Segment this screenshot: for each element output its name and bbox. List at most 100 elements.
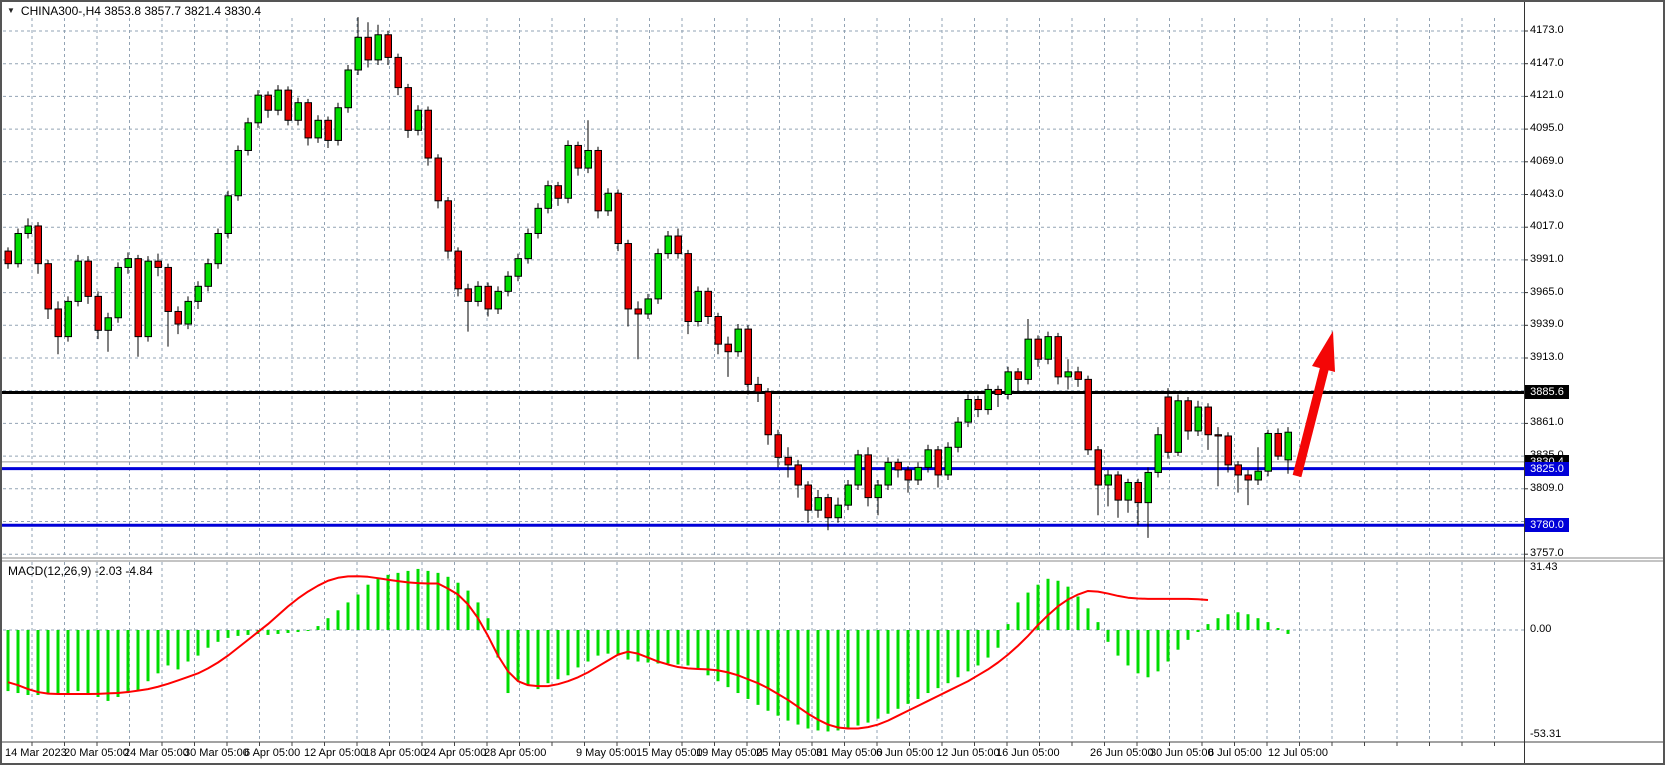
candle-up [915, 467, 922, 480]
macd-histogram-bar [987, 630, 990, 658]
candle-up [925, 450, 932, 468]
macd-histogram-bar [567, 630, 570, 675]
macd-histogram-bar [1227, 614, 1230, 630]
candle-up [1195, 407, 1202, 431]
macd-histogram-bar [1007, 624, 1010, 630]
macd-histogram-bar [657, 630, 660, 663]
macd-histogram-bar [207, 630, 210, 648]
macd-tick-label: 0.00 [1530, 623, 1551, 635]
candle-down [755, 384, 762, 392]
candle-down [5, 251, 12, 264]
candle-down [805, 485, 812, 510]
candle-down [465, 289, 472, 302]
candle-down [165, 267, 172, 311]
candle-down [685, 254, 692, 322]
macd-histogram-bar [1147, 630, 1150, 677]
macd-histogram-bar [1237, 612, 1240, 630]
time-tick-label: 25 May 05:00 [756, 747, 823, 759]
candle-up [315, 120, 322, 138]
candle-up [945, 447, 952, 475]
macd-histogram-bar [767, 630, 770, 711]
macd-histogram-bar [887, 630, 890, 714]
symbol-dropdown-icon[interactable]: ▼ [7, 7, 15, 15]
candle-down [785, 457, 792, 465]
candle-down [155, 261, 162, 267]
candle-up [345, 70, 352, 108]
macd-histogram-bar [277, 630, 280, 634]
candle-down [395, 57, 402, 87]
macd-histogram-bar [1287, 630, 1290, 634]
macd-histogram-bar [337, 610, 340, 630]
candle-down [135, 259, 142, 337]
price-tick-label: 4017.0 [1530, 220, 1564, 232]
candle-up [415, 110, 422, 130]
macd-histogram-bar [87, 630, 90, 695]
candle-up [335, 108, 342, 141]
candle-up [985, 389, 992, 409]
macd-histogram-bar [677, 630, 680, 664]
candle-up [1255, 471, 1262, 480]
candle-up [525, 233, 532, 258]
time-tick-label: 19 May 05:00 [696, 747, 763, 759]
candle-up [275, 90, 282, 110]
macd-histogram-bar [267, 630, 270, 635]
candle-down [1165, 397, 1172, 452]
candle-down [325, 120, 332, 140]
macd-histogram-bar [927, 630, 930, 693]
macd-histogram-bar [977, 630, 980, 665]
candle-down [745, 329, 752, 384]
macd-histogram-bar [1277, 628, 1280, 630]
macd-histogram-bar [587, 630, 590, 662]
macd-histogram-bar [1157, 630, 1160, 671]
candle-down [1085, 379, 1092, 449]
macd-histogram-bar [787, 630, 790, 721]
candle-up [515, 259, 522, 277]
macd-histogram-bar [1087, 608, 1090, 630]
macd-indicator-label: MACD(12,26,9) -2.03 -4.84 [8, 564, 153, 578]
candle-up [655, 254, 662, 299]
macd-histogram-bar [827, 630, 830, 731]
time-tick-label: 14 Mar 2023 [5, 747, 67, 759]
candle-up [1175, 401, 1182, 453]
macd-histogram-bar [1027, 593, 1030, 630]
macd-histogram-bar [217, 630, 220, 642]
macd-histogram-bar [1067, 587, 1070, 630]
macd-histogram-bar [427, 571, 430, 630]
candle-down [705, 291, 712, 316]
macd-histogram-bar [1127, 630, 1130, 665]
price-tick-label: 3965.0 [1530, 286, 1564, 298]
macd-histogram-bar [47, 630, 50, 693]
macd-histogram-bar [17, 630, 20, 693]
candle-down [1115, 475, 1122, 500]
macd-histogram-bar [37, 630, 40, 695]
candle-up [1105, 475, 1112, 485]
candle-down [425, 110, 432, 158]
candle-down [1075, 372, 1082, 380]
candle-up [1025, 339, 1032, 379]
candle-down [825, 498, 832, 518]
price-tick-label: 3861.0 [1530, 416, 1564, 428]
price-tick-label: 4147.0 [1530, 57, 1564, 69]
candle-up [845, 485, 852, 505]
candle-down [1055, 337, 1062, 377]
macd-histogram-bar [387, 575, 390, 630]
candle-down [455, 251, 462, 289]
candle-up [195, 286, 202, 301]
time-tick-label: 24 Apr 05:00 [424, 747, 486, 759]
macd-histogram-bar [797, 630, 800, 725]
macd-histogram-bar [1177, 630, 1180, 650]
price-tick-label: 4121.0 [1530, 89, 1564, 101]
macd-histogram-bar [227, 630, 230, 638]
candle-down [1235, 465, 1242, 475]
macd-histogram-bar [187, 630, 190, 662]
candle-down [1225, 436, 1232, 465]
trend-arrow-shaft[interactable] [1297, 366, 1325, 476]
candle-up [1145, 472, 1152, 502]
trend-arrow-head[interactable] [1312, 331, 1335, 372]
candle-up [25, 226, 32, 234]
candle-up [965, 400, 972, 423]
macd-histogram-bar [727, 630, 730, 687]
candle-down [865, 455, 872, 498]
candle-up [375, 35, 382, 60]
macd-histogram-bar [487, 618, 490, 630]
